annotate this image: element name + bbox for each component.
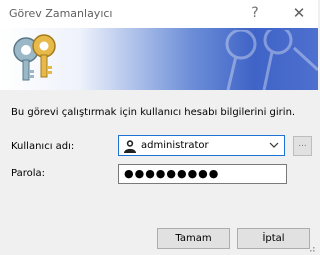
password-field[interactable]: ●●●●●●●●● (118, 164, 287, 184)
keys-watermark-icon (225, 30, 318, 90)
window-title: Görev Zamanlayıcı (9, 7, 113, 20)
username-value: administrator (141, 140, 209, 151)
resize-grip-icon[interactable] (307, 244, 315, 252)
cancel-button[interactable]: İptal (237, 228, 310, 249)
help-button[interactable]: ? (243, 2, 267, 24)
password-label: Parola: (11, 168, 45, 179)
username-label: Kullanıcı adı: (11, 141, 75, 152)
credential-dialog: Görev Zamanlayıcı ? ✕ Bu görevi çalıştır… (0, 0, 318, 255)
user-icon (124, 140, 136, 153)
title-bar[interactable]: Görev Zamanlayıcı ? ✕ (0, 0, 318, 28)
ok-button[interactable]: Tamam (157, 228, 230, 249)
browse-user-button[interactable]: ... (293, 136, 312, 156)
password-mask: ●●●●●●●●● (124, 167, 220, 180)
keys-icon (13, 34, 56, 81)
chevron-down-icon[interactable] (269, 140, 279, 150)
header-banner (0, 28, 318, 90)
close-button[interactable]: ✕ (286, 2, 312, 24)
instruction-text: Bu görevi çalıştırmak için kullanıcı hes… (11, 107, 296, 118)
username-combobox[interactable]: administrator (118, 135, 285, 156)
